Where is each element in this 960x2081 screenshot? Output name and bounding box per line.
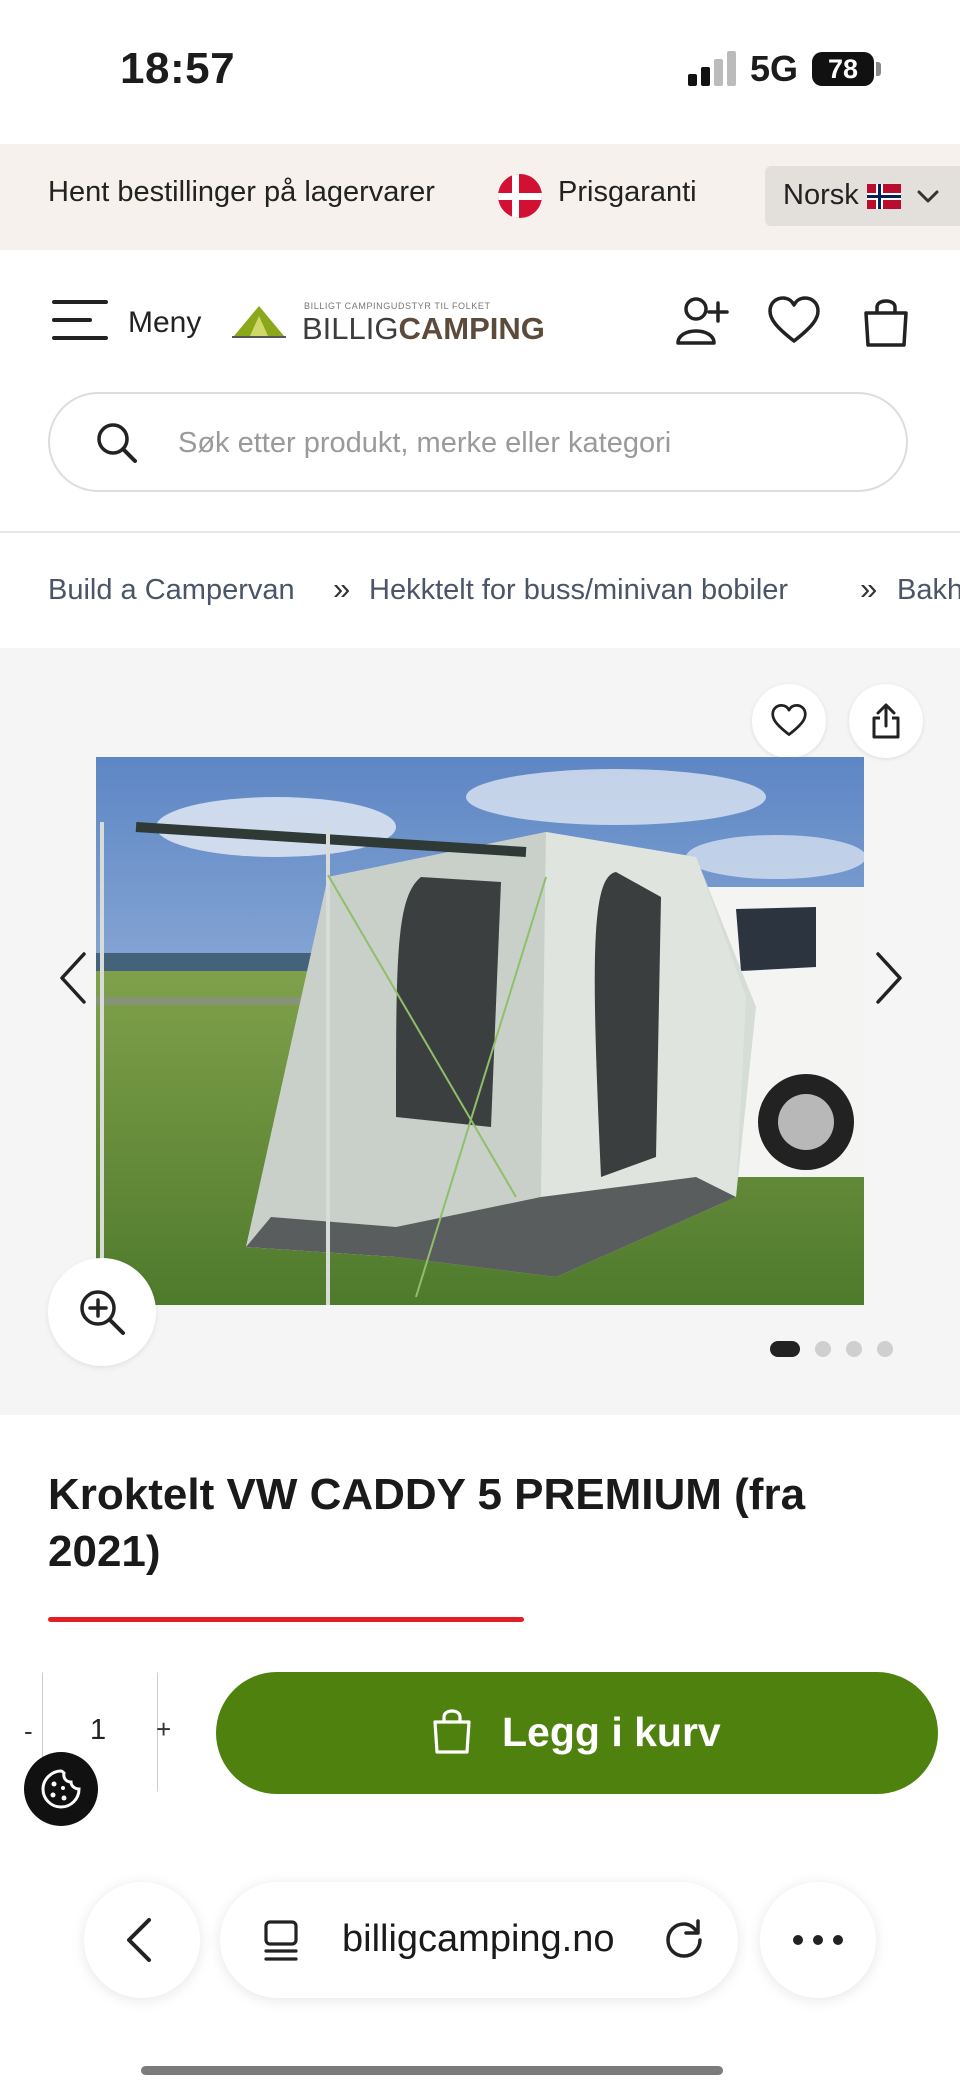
quantity-value[interactable]: 1 <box>90 1714 106 1747</box>
chevron-left-icon[interactable] <box>56 950 90 1006</box>
chevron-left-icon <box>127 1918 151 1962</box>
wishlist-button[interactable] <box>752 684 826 758</box>
breadcrumb-item-hekktelt[interactable]: Hekktelt for buss/minivan bobiler <box>369 574 788 607</box>
cookie-icon <box>41 1769 81 1809</box>
zoom-in-icon <box>80 1290 125 1335</box>
product-image[interactable] <box>96 757 864 1305</box>
url-text[interactable]: billigcamping.no <box>342 1918 615 1961</box>
breadcrumb-item-truncated[interactable]: Bakh <box>897 574 960 607</box>
logo-text-part1: BILLIG <box>302 311 399 346</box>
add-user-icon[interactable] <box>674 293 730 349</box>
shopping-bag-icon[interactable] <box>858 293 914 349</box>
heart-icon <box>771 704 807 736</box>
reload-icon[interactable] <box>663 1918 707 1964</box>
battery-tip <box>876 62 881 76</box>
sale-highlight-bar <box>48 1617 524 1622</box>
heart-icon[interactable] <box>766 293 822 349</box>
quantity-minus-button[interactable]: - <box>24 1716 33 1747</box>
pagination-dot[interactable] <box>815 1341 831 1357</box>
share-button[interactable] <box>849 684 923 758</box>
browser-more-button[interactable] <box>760 1882 876 1998</box>
header-divider <box>0 531 960 533</box>
site-logo[interactable]: BILLIGT CAMPINGUDSTYR TIL FOLKET BILLIGC… <box>230 296 545 356</box>
language-label: Norsk <box>783 179 859 211</box>
pickup-text[interactable]: Hent bestillinger på lagervarer <box>48 176 435 209</box>
add-to-cart-label: Legg i kurv <box>502 1709 721 1755</box>
shopping-bag-icon <box>433 1709 471 1754</box>
battery-icon: 78 <box>812 52 874 86</box>
status-time: 18:57 <box>120 44 236 93</box>
zoom-button[interactable] <box>48 1258 156 1366</box>
breadcrumb-separator: » <box>333 571 351 606</box>
cookie-settings-button[interactable] <box>24 1752 98 1826</box>
signal-icon <box>688 50 738 86</box>
home-indicator <box>141 2066 723 2075</box>
quantity-plus-button[interactable]: + <box>156 1714 171 1745</box>
logo-tagline: BILLIGT CAMPINGUDSTYR TIL FOLKET <box>304 301 491 311</box>
breadcrumb-item-build-a-campervan[interactable]: Build a Campervan <box>48 574 295 607</box>
browser-back-button[interactable] <box>84 1882 200 1998</box>
network-label: 5G <box>750 48 799 89</box>
pagination-dot[interactable] <box>877 1341 893 1357</box>
product-title: Kroktelt VW CADDY 5 PREMIUM (fra 2021) <box>48 1470 806 1576</box>
search-icon <box>97 423 137 463</box>
search-input[interactable]: Søk etter produkt, merke eller kategori <box>48 392 908 492</box>
hamburger-menu-icon[interactable] <box>52 300 108 342</box>
search-placeholder: Søk etter produkt, merke eller kategori <box>178 427 672 459</box>
breadcrumb-separator: » <box>860 571 878 606</box>
language-selector[interactable]: Norsk <box>765 166 960 226</box>
logo-text: BILLIGCAMPING <box>302 311 545 347</box>
pagination-dot[interactable] <box>770 1341 800 1357</box>
more-options-icon <box>793 1935 843 1945</box>
norway-flag-icon <box>867 184 901 209</box>
chevron-down-icon <box>917 190 939 203</box>
denmark-flag-icon <box>498 174 542 218</box>
tent-logo-icon <box>232 306 286 338</box>
price-guarantee-link[interactable]: Prisgaranti <box>558 176 697 209</box>
add-to-cart-button[interactable]: Legg i kurv <box>216 1672 938 1794</box>
share-icon <box>872 703 900 739</box>
pagination-dot[interactable] <box>846 1341 862 1357</box>
chevron-right-icon[interactable] <box>872 950 906 1006</box>
tabs-icon[interactable] <box>260 1918 302 1964</box>
menu-label[interactable]: Meny <box>128 306 201 340</box>
logo-text-part2: CAMPING <box>398 311 545 346</box>
address-bar[interactable]: billigcamping.no <box>220 1882 738 1998</box>
